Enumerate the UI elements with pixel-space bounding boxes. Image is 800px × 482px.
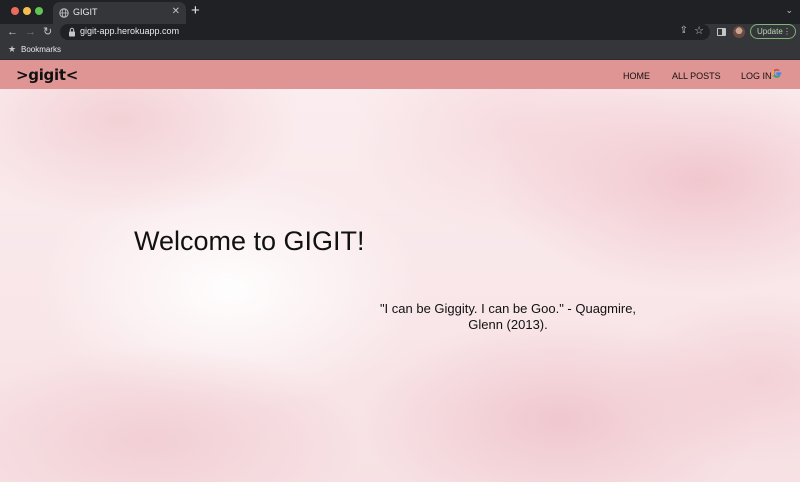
url-text: gigit-app.herokuapp.com (80, 26, 180, 36)
quote-line-1: "I can be Giggity. I can be Goo." - Quag… (379, 301, 637, 316)
new-tab-button[interactable]: + (191, 3, 200, 19)
google-icon[interactable] (772, 68, 782, 78)
nav-home-link[interactable]: HOME (623, 71, 650, 81)
site-navbar: >gigit< HOME ALL POSTS LOG IN (0, 60, 800, 89)
site-logo[interactable]: >gigit< (16, 66, 78, 84)
side-panel-icon[interactable] (717, 28, 726, 36)
browser-tab[interactable]: GIGIT ✕ (53, 2, 186, 24)
bookmark-star-icon[interactable]: ☆ (694, 24, 704, 37)
window-close-button[interactable] (11, 7, 19, 15)
forward-arrow-icon[interactable]: → (25, 25, 36, 39)
tab-close-icon[interactable]: ✕ (172, 6, 180, 18)
browser-toolbar: ← → ↻ gigit-app.herokuapp.com ⇪ ☆ Update… (0, 24, 800, 41)
tab-search-chevron-icon[interactable]: ⌄ (785, 5, 793, 16)
quote-line-2: Glenn (2013). (468, 317, 548, 332)
share-icon[interactable]: ⇪ (680, 25, 688, 36)
bookmarks-bar: ★ Bookmarks (0, 41, 800, 60)
lock-icon (69, 27, 75, 37)
kebab-menu-icon[interactable]: ⋮ (783, 25, 791, 38)
bookmarks-folder[interactable]: Bookmarks (21, 45, 61, 54)
update-button[interactable]: Update ⋮ (750, 24, 796, 39)
window-minimize-button[interactable] (23, 7, 31, 15)
nav-all-posts-link[interactable]: ALL POSTS (672, 71, 721, 81)
tab-title: GIGIT (73, 7, 98, 17)
quote-text: "I can be Giggity. I can be Goo." - Quag… (370, 301, 646, 333)
profile-avatar[interactable] (733, 26, 745, 38)
page-title: Welcome to GIGIT! (134, 226, 365, 256)
reload-icon[interactable]: ↻ (43, 25, 52, 39)
update-label: Update (757, 27, 783, 36)
window-maximize-button[interactable] (35, 7, 43, 15)
globe-icon (59, 8, 69, 18)
browser-tab-strip: GIGIT ✕ + ⌄ (0, 0, 800, 24)
page-viewport: >gigit< HOME ALL POSTS LOG IN Welcome to… (0, 60, 800, 482)
address-bar[interactable]: gigit-app.herokuapp.com ⇪ ☆ (60, 24, 710, 40)
bookmarks-star-icon: ★ (8, 44, 17, 54)
back-arrow-icon[interactable]: ← (7, 25, 18, 39)
nav-login-link[interactable]: LOG IN (741, 71, 772, 81)
